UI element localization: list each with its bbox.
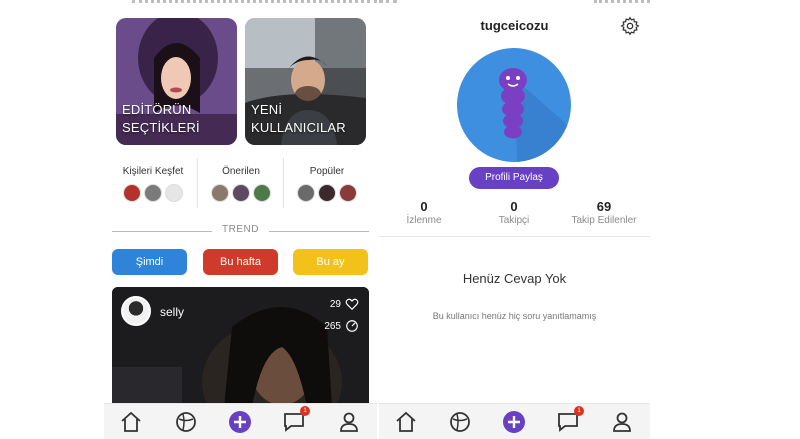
explore-tab[interactable]	[448, 410, 472, 434]
post-view-count: 265	[324, 321, 341, 332]
explore-icon	[176, 412, 196, 432]
user-icon	[340, 412, 358, 432]
category-recommended[interactable]: Önerilen	[196, 160, 286, 212]
screenshot-canvas: EDİTÖRÜN SEÇTİKLERİ YENİ KULLANICILAR Ki…	[0, 0, 800, 439]
stat-following[interactable]: 69 Takip Edilenler	[559, 199, 649, 226]
notification-badge: 1	[574, 406, 584, 416]
divider	[197, 158, 198, 208]
divider	[283, 158, 284, 208]
settings-icon[interactable]	[620, 16, 640, 36]
trend-label: TREND	[222, 224, 259, 235]
home-icon	[121, 411, 141, 432]
category-discover-people[interactable]: Kişileri Keşfet	[108, 160, 198, 212]
stat-label: Takipçi	[498, 215, 530, 226]
divider	[379, 236, 650, 237]
avatar	[339, 184, 357, 202]
post-author-name[interactable]: selly	[160, 305, 184, 319]
explore-icon	[450, 412, 470, 432]
discover-screen: EDİTÖRÜN SEÇTİKLERİ YENİ KULLANICILAR Ki…	[104, 0, 377, 439]
stat-value: 0	[510, 199, 518, 214]
timer-icon	[346, 320, 358, 332]
user-icon	[613, 412, 631, 432]
plus-icon	[503, 411, 525, 433]
home-icon	[396, 411, 416, 432]
feed-post-card[interactable]: selly 29 265	[112, 287, 369, 407]
empty-state-subtitle: Bu kullanıcı henüz hiç soru yanıtlamamış	[432, 311, 597, 321]
avatar	[232, 184, 250, 202]
stat-label: Takip Edilenler	[571, 215, 637, 226]
bottom-tab-bar: 1	[379, 403, 650, 439]
create-tab[interactable]	[228, 410, 252, 434]
explore-tab[interactable]	[174, 410, 198, 434]
editors-picks-title: EDİTÖRÜN SEÇTİKLERİ	[122, 102, 200, 135]
plus-icon	[229, 411, 251, 433]
stat-views[interactable]: 0 İzlenme	[379, 199, 469, 226]
post-author-avatar[interactable]	[121, 296, 151, 326]
home-tab[interactable]	[394, 410, 418, 434]
category-label: Kişileri Keşfet	[122, 166, 184, 177]
status-bar	[104, 0, 377, 6]
category-label: Popüler	[309, 166, 345, 177]
filter-this-week-button[interactable]: Bu hafta	[203, 249, 278, 275]
stat-followers[interactable]: 0 Takipçi	[469, 199, 559, 226]
post-like-count: 29	[329, 299, 341, 310]
bottom-tab-bar: 1	[104, 403, 377, 439]
trend-header: TREND	[112, 224, 369, 238]
avatar	[211, 184, 229, 202]
share-profile-button[interactable]: Profili Paylaş	[469, 167, 559, 189]
status-bar	[379, 0, 650, 6]
new-users-title: YENİ KULLANICILAR	[251, 102, 346, 135]
empty-state-title: Henüz Cevap Yok	[462, 271, 567, 286]
stat-value: 69	[596, 199, 612, 214]
stat-value: 0	[420, 199, 428, 214]
divider	[269, 231, 369, 232]
create-tab[interactable]	[502, 410, 526, 434]
messages-tab[interactable]: 1	[282, 406, 310, 434]
profile-username: tugceicozu	[480, 18, 549, 33]
avatar	[318, 184, 336, 202]
heart-icon[interactable]	[345, 297, 359, 311]
avatar	[165, 184, 183, 202]
profile-stats: 0 İzlenme 0 Takipçi 69 Takip Edilenler	[379, 199, 650, 229]
new-users-card[interactable]: YENİ KULLANICILAR	[245, 18, 366, 145]
filter-this-month-button[interactable]: Bu ay	[293, 249, 368, 275]
category-label: Önerilen	[222, 166, 260, 177]
profile-avatar[interactable]	[457, 48, 571, 162]
avatar	[253, 184, 271, 202]
worm-mascot-icon	[499, 68, 571, 162]
avatar	[123, 184, 141, 202]
home-tab[interactable]	[119, 410, 143, 434]
stat-label: İzlenme	[406, 215, 442, 226]
category-popular[interactable]: Popüler	[282, 160, 372, 212]
notification-badge: 1	[300, 406, 310, 416]
category-row: Kişileri Keşfet Önerilen Popüler	[104, 160, 377, 212]
avatar	[297, 184, 315, 202]
profile-screen: tugceicozu Profili Paylaş 0 İzlenme 0 Ta…	[379, 0, 650, 439]
editors-picks-card[interactable]: EDİTÖRÜN SEÇTİKLERİ	[116, 18, 237, 145]
avatar	[144, 184, 162, 202]
profile-tab[interactable]	[337, 410, 361, 434]
filter-now-button[interactable]: Şimdi	[112, 249, 187, 275]
profile-tab[interactable]	[610, 410, 634, 434]
messages-tab[interactable]: 1	[556, 406, 584, 434]
